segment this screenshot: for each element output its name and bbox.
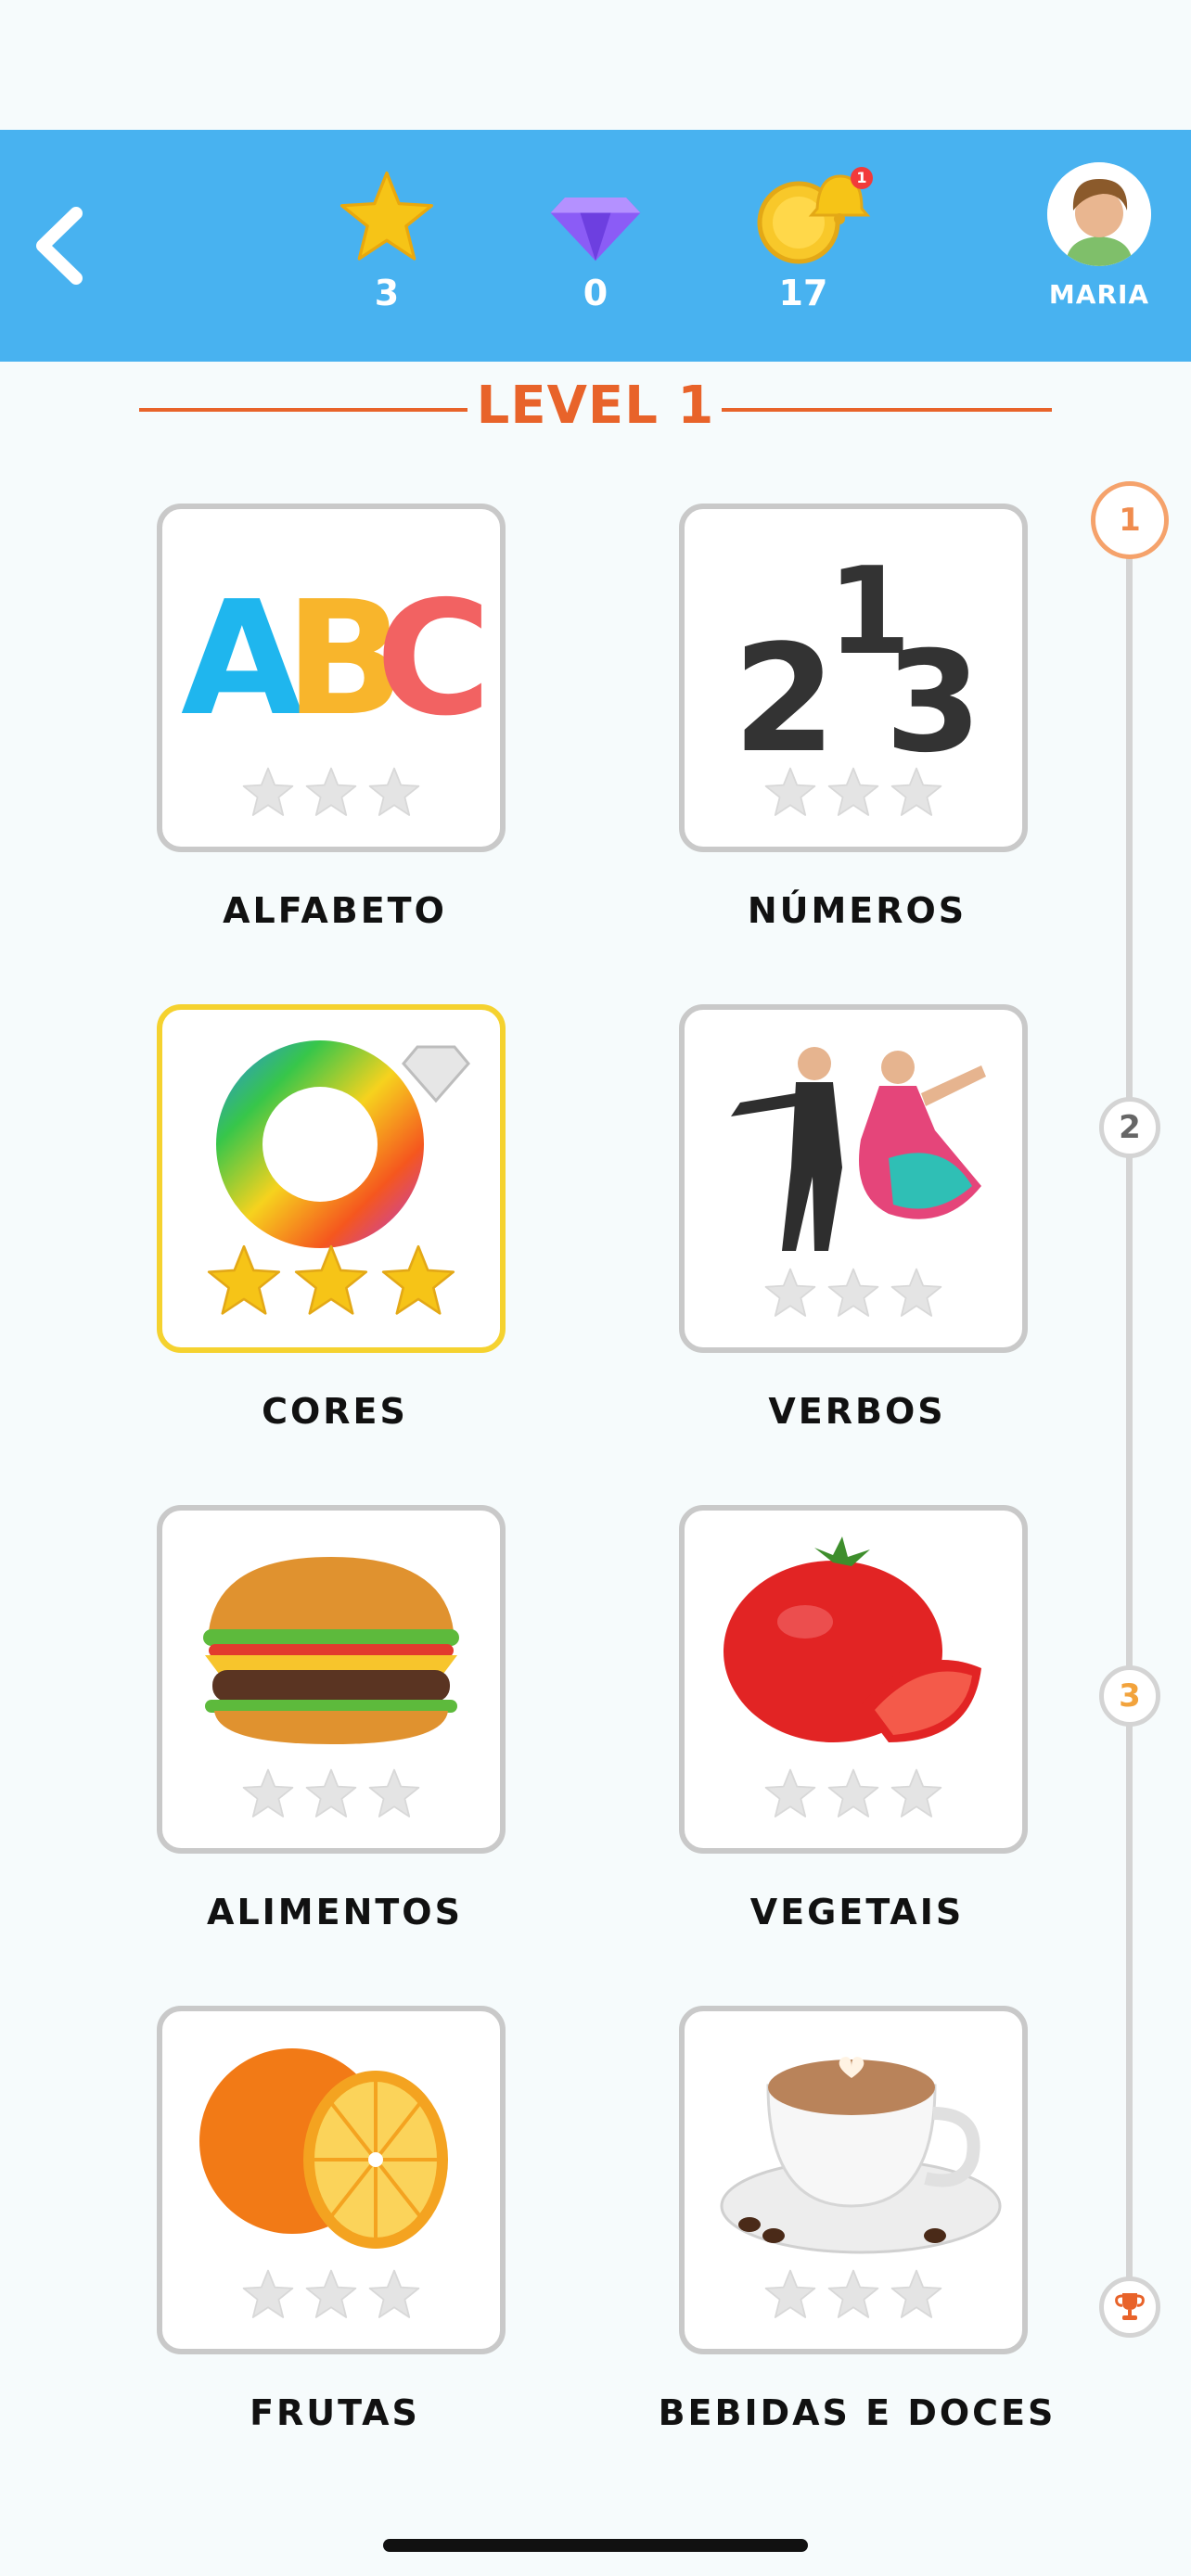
- rating-star-icon: [381, 1244, 455, 1315]
- coins-stat[interactable]: 1 17: [729, 167, 877, 313]
- rating-star-icon: [368, 1768, 420, 1817]
- rating-star-icon: [890, 2269, 942, 2318]
- dancers-illustration: [703, 1028, 1004, 1260]
- svg-text:C: C: [376, 567, 481, 751]
- stars-count: 3: [374, 273, 400, 313]
- level-title: LEVEL 1: [476, 376, 715, 436]
- progress-track: [1126, 556, 1133, 2300]
- rating-star-icon: [890, 1768, 942, 1817]
- progress-node-1[interactable]: 1: [1091, 481, 1169, 559]
- star-rating: [162, 1242, 500, 1325]
- rating-star-icon: [764, 2269, 816, 2318]
- category-card-frutas[interactable]: [157, 2006, 506, 2354]
- gems-stat: 0: [521, 167, 670, 313]
- orange-illustration: [181, 2030, 481, 2262]
- category-card-alfabeto[interactable]: A B C: [157, 504, 506, 852]
- star-rating: [162, 765, 500, 824]
- rating-star-icon: [827, 767, 879, 816]
- profile-name: MARIA: [1048, 279, 1150, 310]
- rating-star-icon: [827, 1268, 879, 1317]
- rating-star-icon: [242, 1768, 294, 1817]
- rating-star-icon: [368, 2269, 420, 2318]
- rating-star-icon: [764, 1768, 816, 1817]
- category-label: VEGETAIS: [749, 1892, 965, 1932]
- rating-star-icon: [764, 767, 816, 816]
- notification-badge: 1: [851, 167, 873, 189]
- star-rating: [162, 1766, 500, 1826]
- category-label: NÚMEROS: [747, 890, 967, 931]
- rating-star-icon: [242, 767, 294, 816]
- rating-star-icon: [294, 1244, 368, 1315]
- category-label: CORES: [262, 1391, 408, 1432]
- progress-node-3[interactable]: 3: [1099, 1665, 1160, 1727]
- avatar: [1047, 162, 1151, 266]
- category-label: FRUTAS: [250, 2392, 420, 2433]
- rating-star-icon: [242, 2269, 294, 2318]
- rating-star-icon: [305, 2269, 357, 2318]
- category-label: ALIMENTOS: [207, 1892, 463, 1932]
- rating-star-icon: [305, 1768, 357, 1817]
- rating-star-icon: [827, 2269, 879, 2318]
- level-divider-right: [722, 408, 1052, 412]
- diamond-icon: [402, 1045, 470, 1103]
- back-button[interactable]: [28, 199, 93, 292]
- trophy-icon: [1115, 2292, 1145, 2320]
- tomato-illustration: [703, 1529, 1004, 1761]
- rating-star-icon: [890, 767, 942, 816]
- star-rating: [685, 1266, 1022, 1325]
- rating-star-icon: [764, 1268, 816, 1317]
- level-divider-left: [139, 408, 467, 412]
- category-card-alimentos[interactable]: [157, 1505, 506, 1854]
- category-card-vegetais[interactable]: [679, 1505, 1028, 1854]
- color-splash-illustration: [181, 1028, 481, 1260]
- star-icon: [336, 167, 438, 269]
- star-rating: [162, 2267, 500, 2327]
- rating-star-icon: [890, 1268, 942, 1317]
- numbers-illustration: 1 2 3: [703, 528, 1004, 785]
- category-card-verbos[interactable]: [679, 1004, 1028, 1353]
- home-indicator: [383, 2539, 808, 2552]
- category-card-cores[interactable]: [157, 1004, 506, 1353]
- burger-illustration: [181, 1529, 481, 1761]
- category-label: VERBOS: [768, 1391, 946, 1432]
- rating-star-icon: [305, 767, 357, 816]
- gems-count: 0: [583, 273, 608, 313]
- coffee-illustration: [703, 2030, 1004, 2262]
- profile[interactable]: MARIA: [1044, 162, 1155, 310]
- star-rating: [685, 1766, 1022, 1826]
- svg-text:2: 2: [733, 612, 836, 759]
- chevron-left-icon: [36, 207, 83, 285]
- diamond-icon: [544, 167, 647, 269]
- star-rating: [685, 765, 1022, 824]
- category-label: ALFABETO: [223, 890, 447, 931]
- rating-star-icon: [368, 767, 420, 816]
- category-label: BEBIDAS E DOCES: [658, 2392, 1057, 2433]
- category-card-numeros[interactable]: 1 2 3: [679, 504, 1028, 852]
- rating-star-icon: [207, 1244, 281, 1315]
- rating-star-icon: [827, 1768, 879, 1817]
- stars-stat: 3: [313, 167, 461, 313]
- coin-bell-icon: 1: [752, 167, 873, 269]
- progress-node-2[interactable]: 2: [1099, 1097, 1160, 1158]
- svg-text:3: 3: [885, 622, 981, 759]
- abc-illustration: A B C: [181, 528, 492, 759]
- star-rating: [685, 2267, 1022, 2327]
- coins-count: 17: [778, 273, 828, 313]
- progress-node-trophy[interactable]: [1099, 2276, 1160, 2338]
- category-card-bebidas-e-doces[interactable]: [679, 2006, 1028, 2354]
